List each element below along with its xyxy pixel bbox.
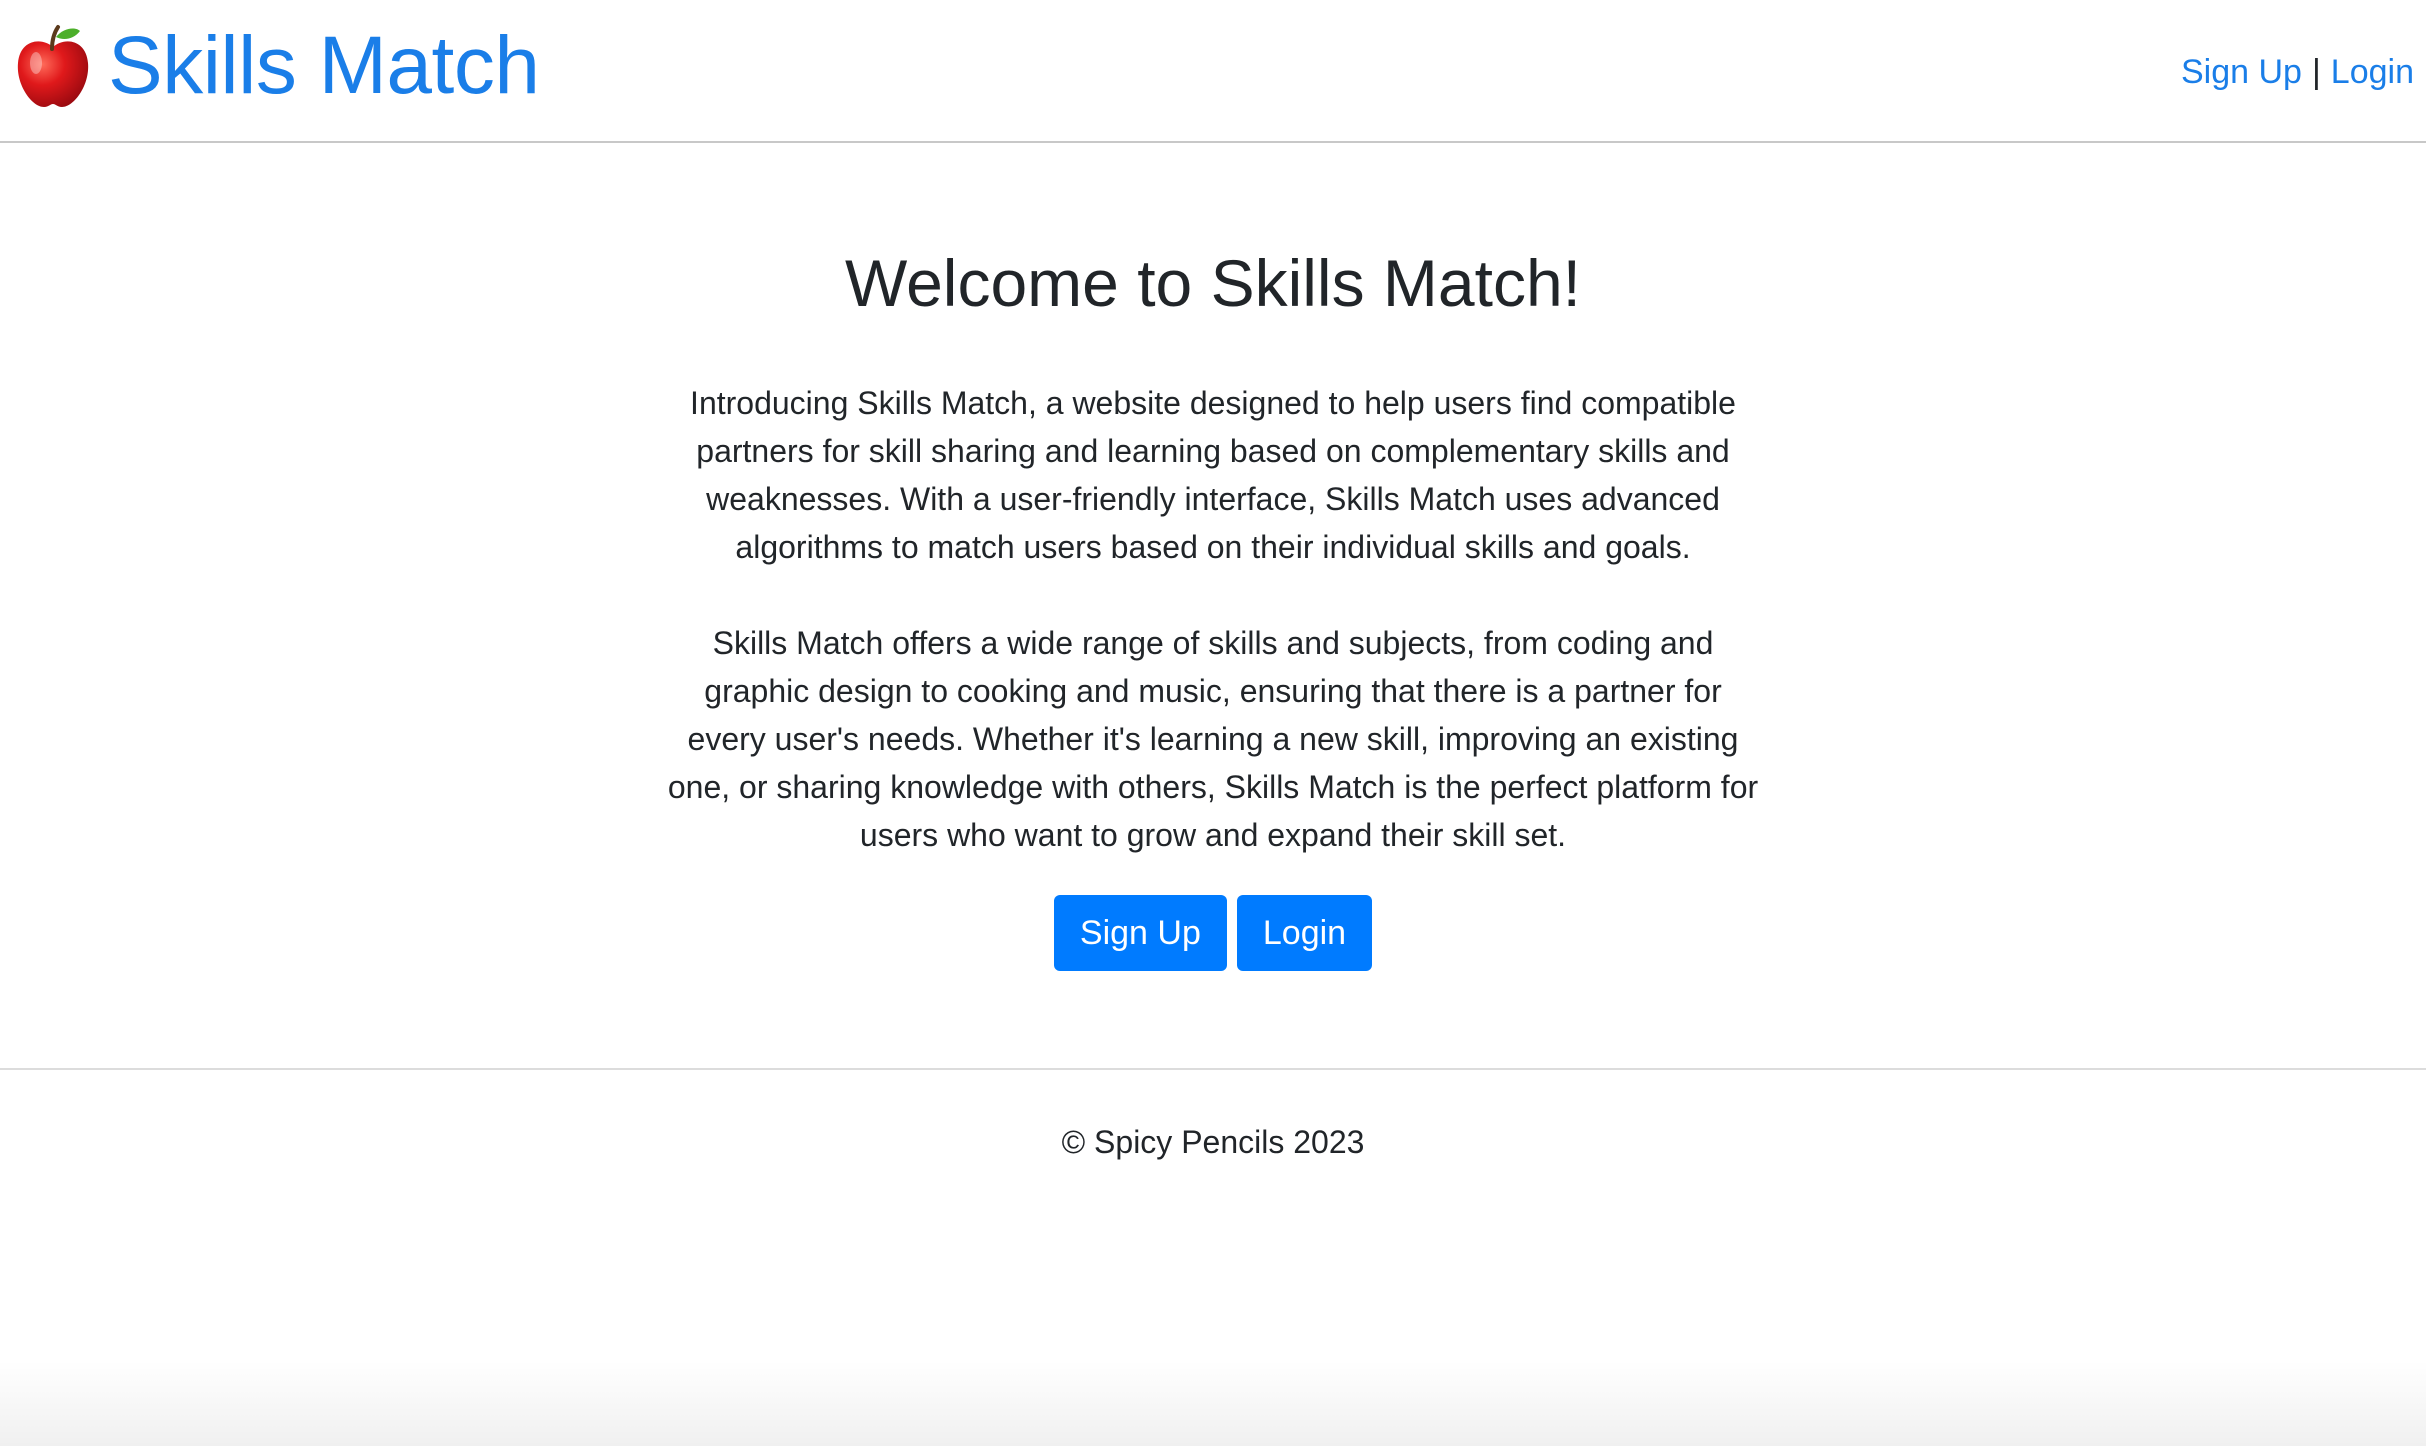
nav-separator: | [2311,53,2321,91]
footer-copyright: © Spicy Pencils 2023 [1061,1124,1365,1160]
page-title: Welcome to Skills Match! [845,246,1581,320]
site-header: Skills Match Sign Up | Login [0,0,2426,143]
window-bottom-shadow [0,1360,2426,1446]
brand-link[interactable]: Skills Match [14,18,540,114]
brand-title: Skills Match [108,20,540,111]
intro-text: Introducing Skills Match, a website desi… [663,379,1763,907]
nav-login-link[interactable]: Login [2331,52,2414,92]
top-nav: Sign Up | Login [2181,52,2414,92]
nav-signup-link[interactable]: Sign Up [2181,52,2302,92]
cta-buttons: Sign Up Login [0,895,2426,971]
apple-icon [17,25,89,107]
login-button[interactable]: Login [1236,895,1373,971]
intro-paragraph: Introducing Skills Match, a website desi… [690,385,1736,565]
footer-divider [0,1068,2426,1070]
intro-paragraph: Skills Match offers a wide range of skil… [667,625,1759,853]
signup-button[interactable]: Sign Up [1053,895,1227,971]
